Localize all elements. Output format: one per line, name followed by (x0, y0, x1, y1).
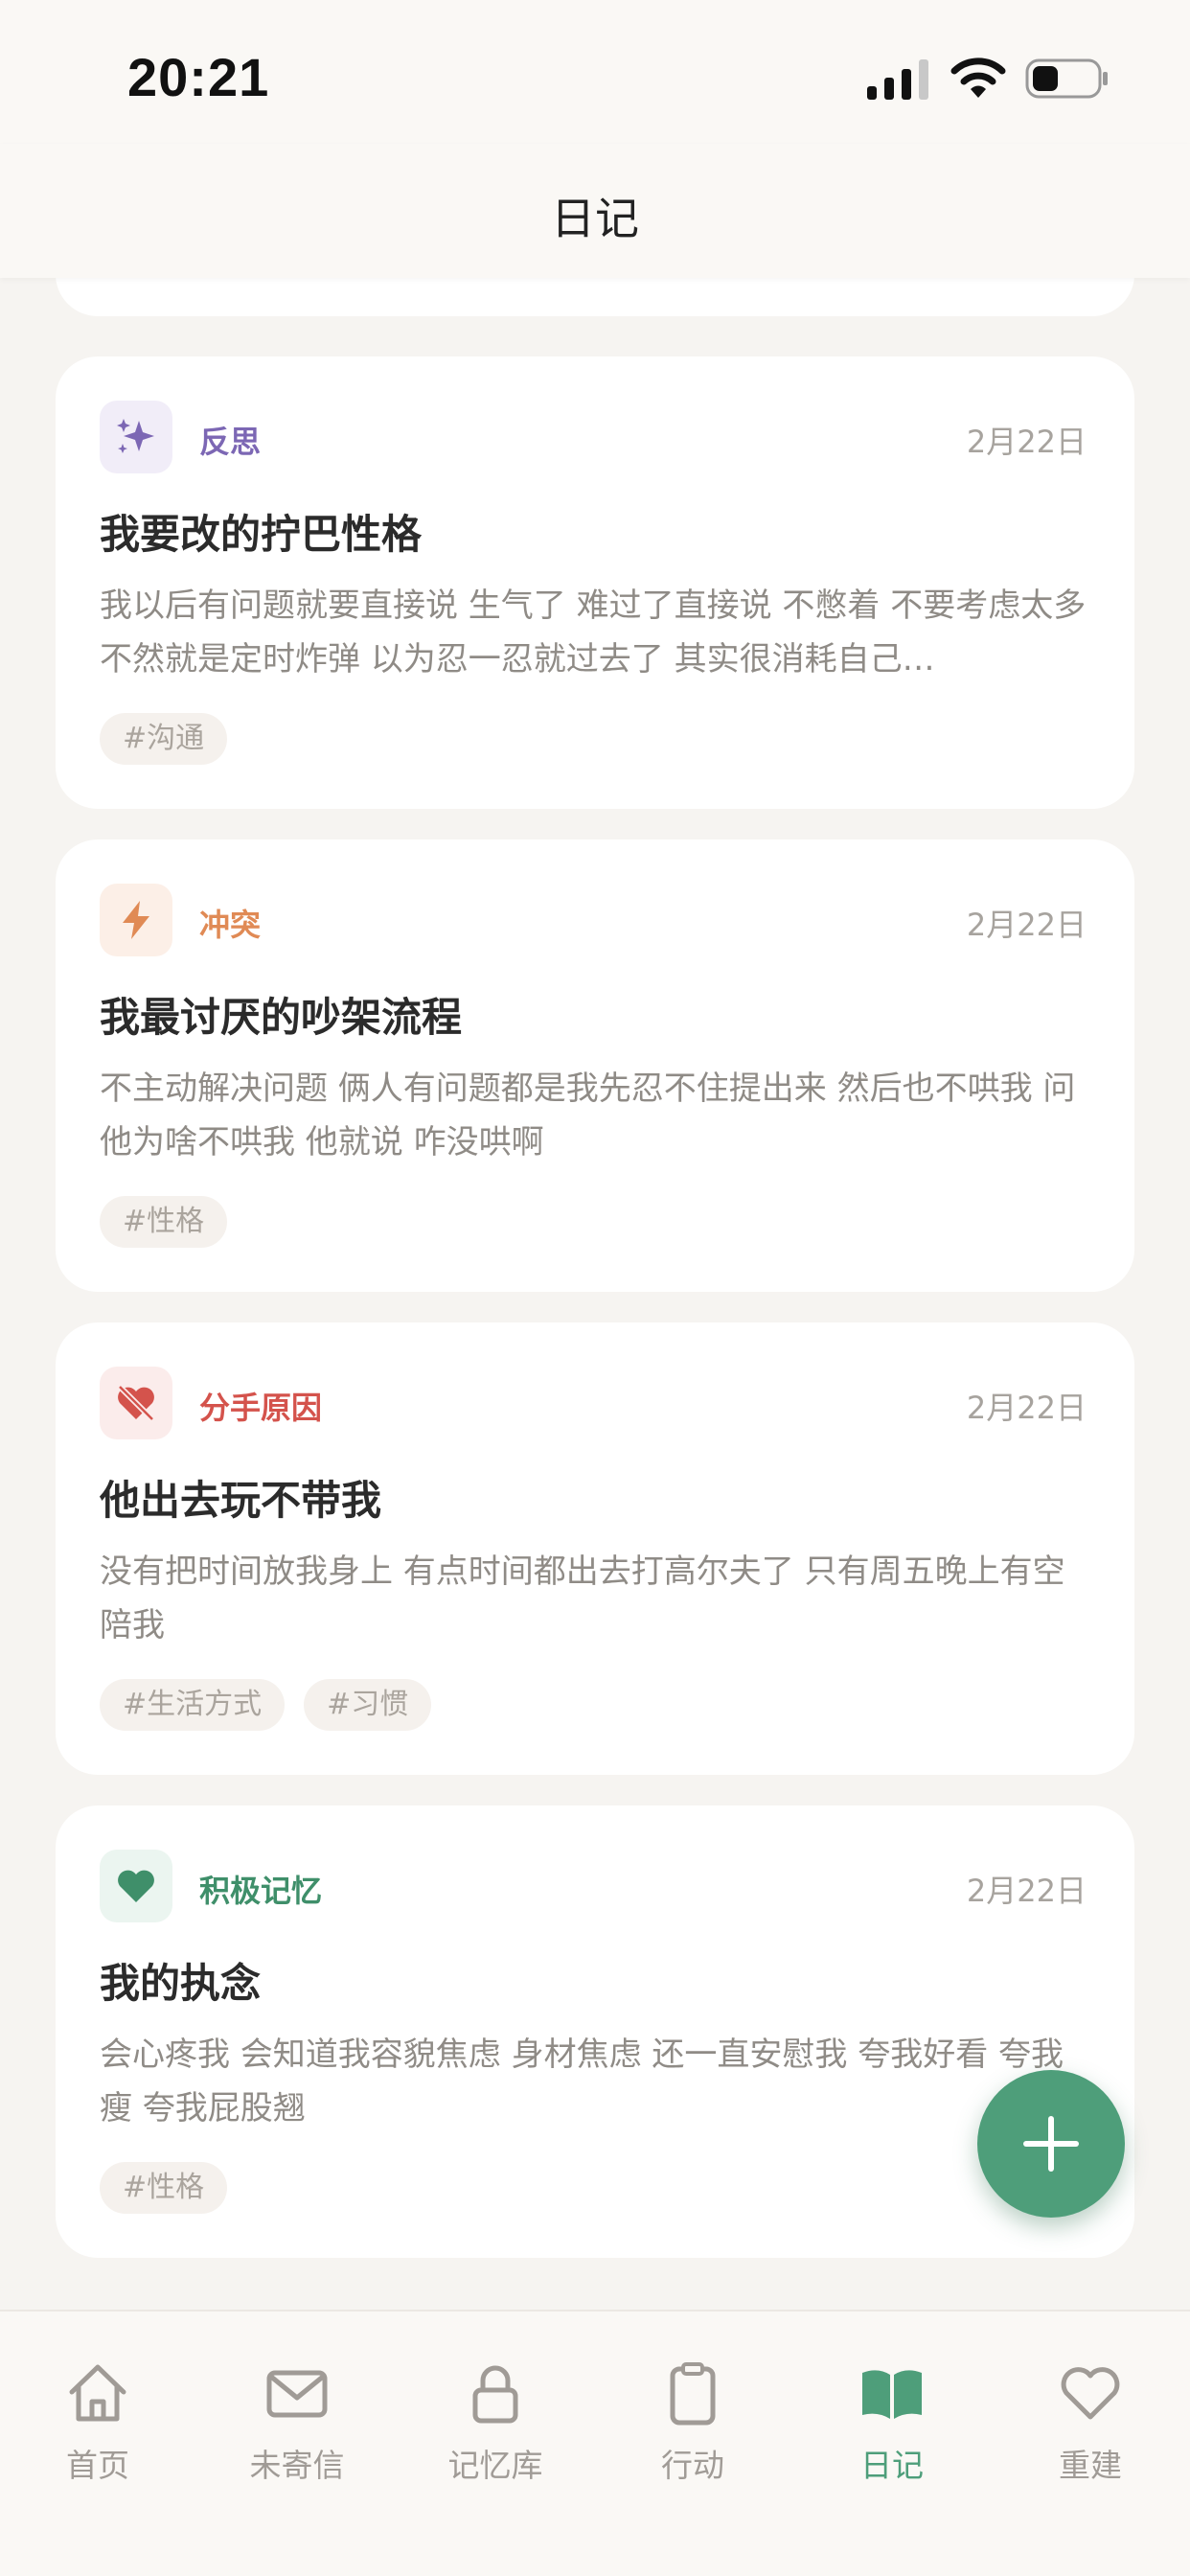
diary-card-partial[interactable] (56, 278, 1134, 316)
tab-diary[interactable]: 日记 (815, 2359, 969, 2503)
entry-date: 2月22日 (966, 907, 1087, 943)
tab-label: 首页 (66, 2447, 129, 2484)
wifi-icon (950, 58, 1006, 98)
tab-bar: 首页 未寄信 记忆库 行动 日记 重建 (0, 2310, 1190, 2576)
tab-unsent-letters[interactable]: 未寄信 (220, 2359, 374, 2503)
tab-action[interactable]: 行动 (616, 2359, 769, 2503)
battery-icon (1025, 58, 1108, 99)
category-icon-box (100, 884, 172, 956)
entry-date: 2月22日 (966, 424, 1087, 460)
heart-icon (118, 1870, 154, 1902)
page-title: 日记 (551, 193, 639, 244)
sparkle-icon (117, 419, 154, 453)
entry-title: 我的执念 (100, 1960, 262, 2007)
diary-list[interactable]: 反思 2月22日 我要改的拧巴性格 我以后有问题就要直接说 生气了 难过了直接说… (0, 278, 1190, 2310)
tag[interactable]: #性格 (100, 2162, 228, 2214)
tab-label: 重建 (1059, 2447, 1122, 2484)
entry-body: 会心疼我 会知道我容貌焦虑 身材焦虑 还一直安慰我 夸我好看 夸我瘦 夸我屁股翘 (100, 2036, 1064, 2128)
page-header: 日记 (0, 144, 1190, 278)
broken-heart-icon (117, 1384, 155, 1422)
tab-label: 记忆库 (447, 2447, 543, 2484)
signal-icon (867, 59, 928, 100)
tag[interactable]: #习惯 (304, 1679, 432, 1731)
diary-card[interactable]: 反思 2月22日 我要改的拧巴性格 我以后有问题就要直接说 生气了 难过了直接说… (56, 356, 1134, 809)
entry-date: 2月22日 (966, 1390, 1087, 1426)
category-icon-box (100, 1850, 172, 1922)
diary-card[interactable]: 冲突 2月22日 我最讨厌的吵架流程 不主动解决问题 俩人有问题都是我先忍不住提… (56, 840, 1134, 1292)
lock-icon (472, 2365, 518, 2424)
category-label: 积极记忆 (199, 1873, 323, 1909)
tab-label: 未寄信 (249, 2447, 345, 2484)
entry-title: 他出去玩不带我 (100, 1477, 382, 1524)
tag-list: #沟通 (100, 713, 228, 765)
tag[interactable]: #沟通 (100, 713, 228, 765)
tab-home[interactable]: 首页 (21, 2359, 174, 2503)
category-label: 冲突 (199, 907, 262, 943)
entry-body: 没有把时间放我身上 有点时间都出去打高尔夫了 只有周五晚上有空陪我 (100, 1552, 1065, 1644)
heart-outline-icon (1061, 2367, 1120, 2420)
lightning-icon (123, 901, 149, 939)
category-icon-box (100, 1367, 172, 1439)
add-entry-button[interactable] (977, 2070, 1125, 2218)
category-label: 反思 (199, 424, 262, 460)
entry-date: 2月22日 (966, 1873, 1087, 1909)
entry-body: 不主动解决问题 俩人有问题都是我先忍不住提出来 然后也不哄我 问他为啥不哄我 他… (100, 1070, 1076, 1162)
category-icon-box (100, 401, 172, 473)
entry-title: 我要改的拧巴性格 (100, 511, 423, 558)
tab-memory-vault[interactable]: 记忆库 (419, 2359, 572, 2503)
category-label: 分手原因 (199, 1390, 323, 1426)
diary-card[interactable]: 分手原因 2月22日 他出去玩不带我 没有把时间放我身上 有点时间都出去打高尔夫… (56, 1322, 1134, 1775)
home-icon (69, 2364, 126, 2422)
tag-list: #性格 (100, 1196, 228, 1248)
tag[interactable]: #性格 (100, 1196, 228, 1248)
entry-body: 我以后有问题就要直接说 生气了 难过了直接说 不憋着 不要考虑太多 不然就是定时… (100, 586, 1087, 678)
tag[interactable]: #生活方式 (100, 1679, 286, 1731)
entry-title: 我最讨厌的吵架流程 (100, 994, 463, 1041)
clipboard-icon (670, 2362, 716, 2426)
mail-icon (266, 2370, 328, 2418)
status-time: 20:21 (127, 47, 270, 107)
tab-label: 日记 (860, 2447, 924, 2484)
tag-list: #性格 (100, 2162, 228, 2214)
tab-label: 行动 (661, 2447, 724, 2484)
tag-list: #生活方式 #习惯 (100, 1679, 432, 1731)
status-bar: 20:21 (0, 0, 1190, 144)
book-icon (862, 2370, 922, 2419)
tab-rebuild[interactable]: 重建 (1014, 2359, 1167, 2503)
plus-icon (1023, 2116, 1079, 2172)
diary-card[interactable]: 积极记忆 2月22日 我的执念 会心疼我 会知道我容貌焦虑 身材焦虑 还一直安慰… (56, 1806, 1134, 2258)
